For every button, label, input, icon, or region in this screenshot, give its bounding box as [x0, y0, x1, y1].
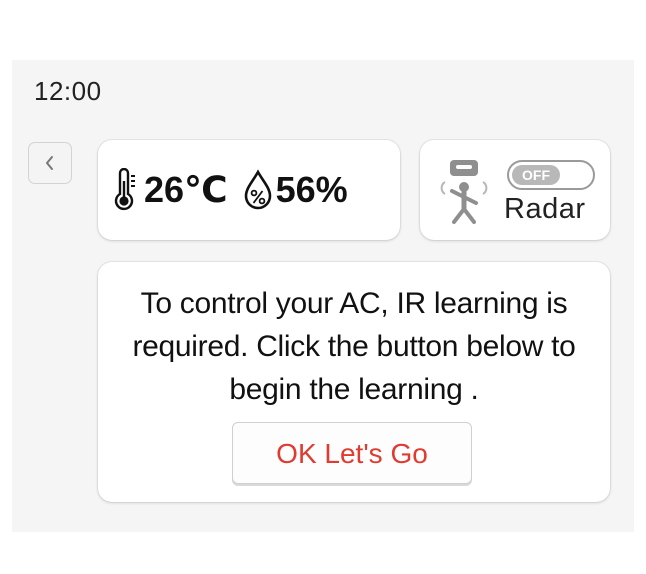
radar-toggle[interactable]: OFF	[507, 160, 595, 190]
clock-time: 12:00	[34, 76, 102, 106]
radar-label: Radar	[504, 193, 586, 225]
humidity-value: 56%	[275, 169, 348, 210]
radar-sensor-icon	[440, 158, 492, 228]
environment-card: 26℃ 56%	[98, 140, 400, 240]
ir-learning-card: To control your AC, IR learning is requi…	[98, 262, 610, 502]
start-learning-button[interactable]: OK Let's Go	[232, 422, 472, 484]
chevron-left-icon	[42, 154, 58, 172]
radar-toggle-state: OFF	[512, 165, 560, 185]
thermometer-icon	[112, 168, 138, 212]
back-button[interactable]	[28, 142, 72, 184]
radar-card[interactable]: OFF Radar	[420, 140, 610, 240]
temperature-value: 26℃	[144, 169, 228, 210]
humidity-drop-icon	[242, 168, 274, 212]
ir-learning-message: To control your AC, IR learning is requi…	[132, 287, 576, 406]
